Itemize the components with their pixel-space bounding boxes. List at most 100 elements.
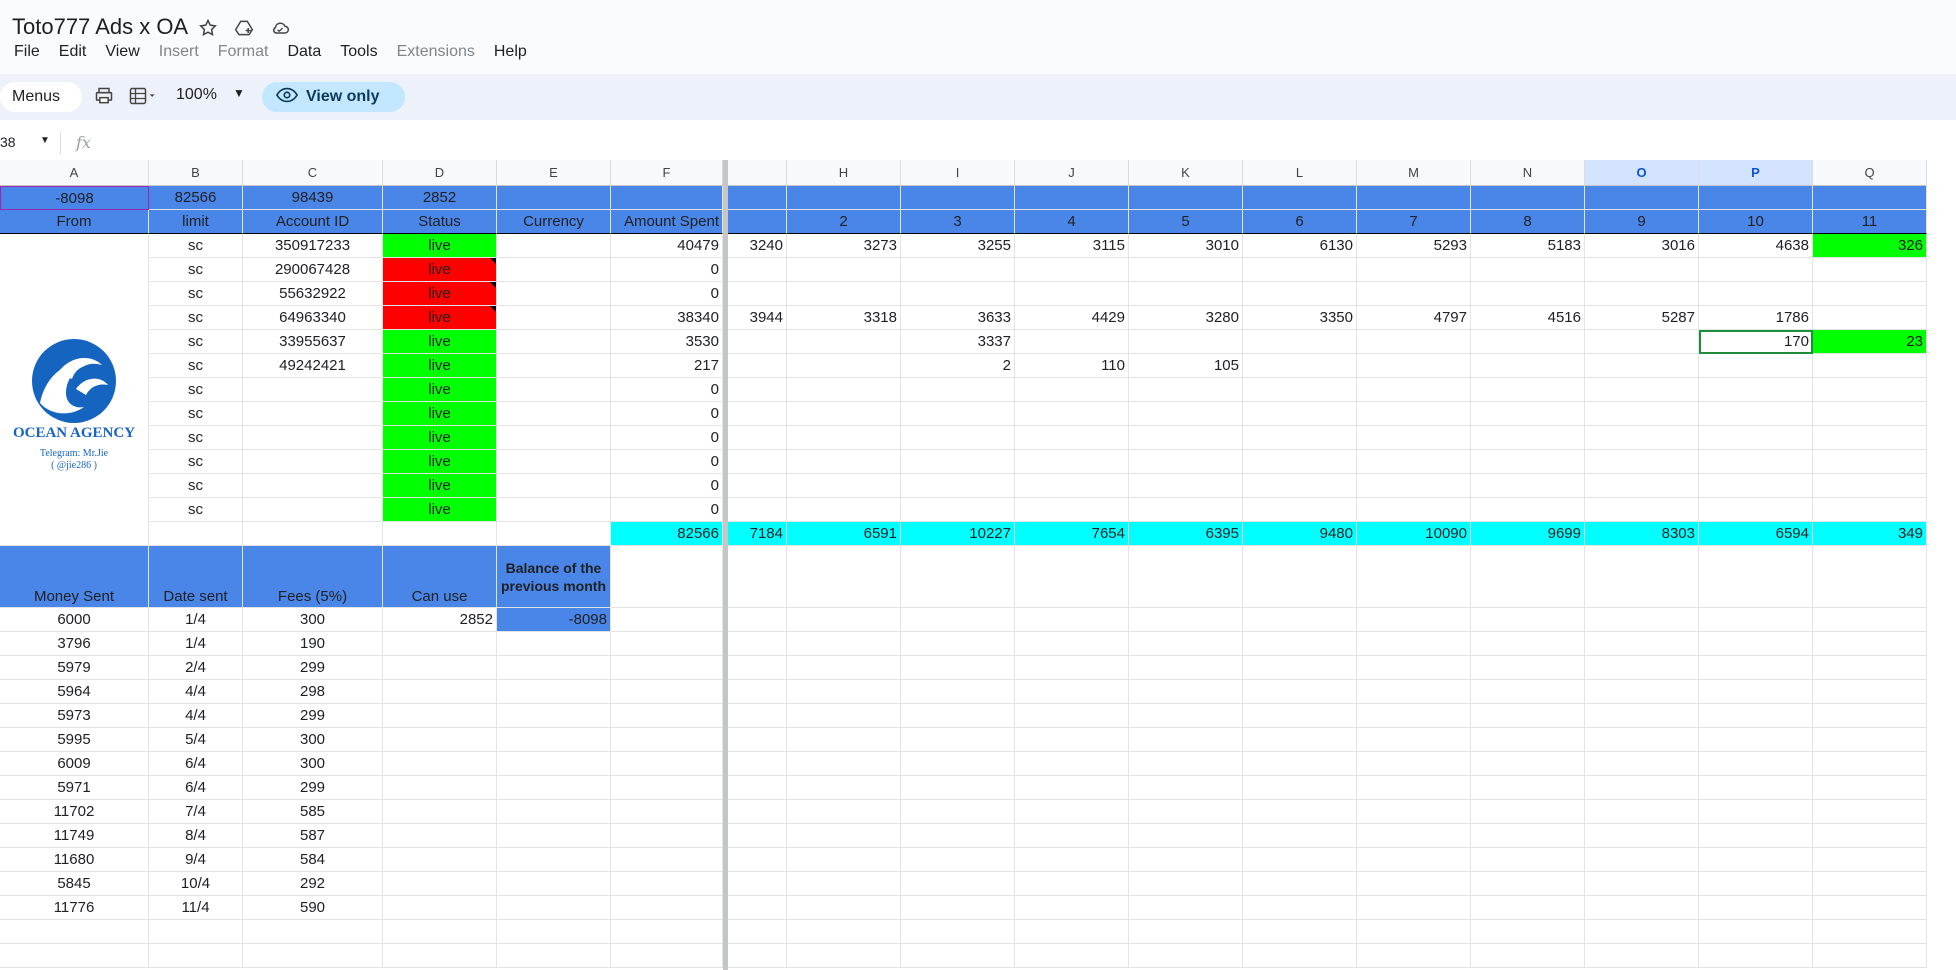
empty-cell[interactable] [383,680,497,704]
empty-cell[interactable] [1813,776,1927,800]
empty-cell[interactable] [611,608,723,632]
empty-cell[interactable] [1699,728,1813,752]
empty-cell[interactable] [243,944,383,968]
empty-cell[interactable] [1243,632,1357,656]
empty-cell[interactable] [383,728,497,752]
day-value-cell[interactable] [1015,474,1129,498]
day-value-cell[interactable]: 3944 [723,306,787,330]
day-value-cell[interactable] [1471,282,1585,306]
empty-cell[interactable] [787,704,901,728]
day-value-cell[interactable] [787,426,901,450]
spreadsheet-format-icon[interactable] [126,86,160,111]
status-cell[interactable]: live [383,282,497,306]
day-value-cell[interactable] [1129,426,1243,450]
summary-cell[interactable] [1357,186,1471,210]
name-box-caret-icon[interactable]: ▼ [40,135,50,146]
header-cell[interactable]: Account ID [243,210,383,234]
empty-cell[interactable] [1015,546,1129,608]
header-cell[interactable]: 11 [1813,210,1927,234]
status-cell[interactable]: live [383,474,497,498]
empty-cell[interactable] [1129,800,1243,824]
fee-cell[interactable]: 190 [243,632,383,656]
empty-cell[interactable] [497,920,611,944]
day-value-cell[interactable] [1129,474,1243,498]
menu-file[interactable]: File [14,43,40,61]
header-cell[interactable]: 2 [787,210,901,234]
fees-header[interactable]: Fees (5%) [243,546,383,608]
status-cell[interactable]: live [383,354,497,378]
empty-cell[interactable] [149,920,243,944]
account-id-cell[interactable]: 350917233 [243,234,383,258]
header-cell[interactable]: 5 [1129,210,1243,234]
day-value-cell[interactable] [901,378,1015,402]
summary-cell[interactable] [611,186,723,210]
empty-cell[interactable] [1015,752,1129,776]
day-value-cell[interactable] [1357,330,1471,354]
empty-cell[interactable] [1129,608,1243,632]
account-id-cell[interactable]: 290067428 [243,258,383,282]
day-value-cell[interactable] [1585,258,1699,282]
day-value-cell[interactable]: 4638 [1699,234,1813,258]
empty-cell[interactable] [1471,608,1585,632]
fee-cell[interactable]: 584 [243,848,383,872]
empty-cell[interactable] [1129,872,1243,896]
empty-cell[interactable] [1015,920,1129,944]
empty-cell[interactable] [1129,944,1243,968]
currency-cell[interactable] [497,282,611,306]
empty-cell[interactable] [611,546,723,608]
day-value-cell[interactable] [1813,258,1927,282]
summary-cell[interactable] [1699,186,1813,210]
empty-cell[interactable] [1357,728,1471,752]
day-value-cell[interactable] [1243,282,1357,306]
fee-cell[interactable]: 292 [243,872,383,896]
empty-cell[interactable] [149,522,243,546]
money-sent-cell[interactable]: 5971 [0,776,149,800]
currency-cell[interactable] [497,258,611,282]
summary-cell[interactable] [901,186,1015,210]
empty-cell[interactable] [1813,656,1927,680]
empty-cell[interactable] [1243,728,1357,752]
empty-cell[interactable] [723,872,787,896]
empty-cell[interactable] [611,872,723,896]
day-value-cell[interactable] [1357,450,1471,474]
day-value-cell[interactable] [901,282,1015,306]
empty-cell[interactable] [383,522,497,546]
empty-cell[interactable] [901,546,1015,608]
empty-cell[interactable] [1015,656,1129,680]
menu-data[interactable]: Data [287,43,321,61]
column-header-q[interactable]: Q [1813,160,1927,186]
currency-cell[interactable] [497,402,611,426]
day-value-cell[interactable] [1243,378,1357,402]
can-use-header[interactable]: Can use [383,546,497,608]
day-total-cell[interactable]: 10090 [1357,522,1471,546]
empty-cell[interactable] [723,800,787,824]
empty-cell[interactable] [1243,752,1357,776]
empty-cell[interactable] [901,656,1015,680]
empty-cell[interactable] [1243,920,1357,944]
amount-spent-cell[interactable]: 0 [611,258,723,282]
empty-cell[interactable] [723,752,787,776]
day-value-cell[interactable] [1243,258,1357,282]
day-value-cell[interactable] [1471,426,1585,450]
amount-spent-cell[interactable]: 0 [611,474,723,498]
empty-cell[interactable] [901,848,1015,872]
empty-cell[interactable] [1471,776,1585,800]
day-value-cell[interactable] [723,450,787,474]
empty-cell[interactable] [1015,632,1129,656]
day-value-cell[interactable] [1699,258,1813,282]
empty-cell[interactable] [611,800,723,824]
summary-cell[interactable] [1015,186,1129,210]
balance-header[interactable]: Balance of the previous month [497,546,611,608]
empty-cell[interactable] [1243,776,1357,800]
zoom-caret-icon[interactable]: ▼ [233,86,245,100]
account-id-cell[interactable] [243,450,383,474]
empty-cell[interactable] [1129,848,1243,872]
empty-cell[interactable] [0,920,149,944]
empty-cell[interactable] [1129,656,1243,680]
empty-cell[interactable] [1699,848,1813,872]
empty-cell[interactable] [1243,848,1357,872]
empty-cell[interactable] [1129,920,1243,944]
day-value-cell[interactable] [723,474,787,498]
limit-cell[interactable]: sc [149,258,243,282]
empty-cell[interactable] [1015,800,1129,824]
